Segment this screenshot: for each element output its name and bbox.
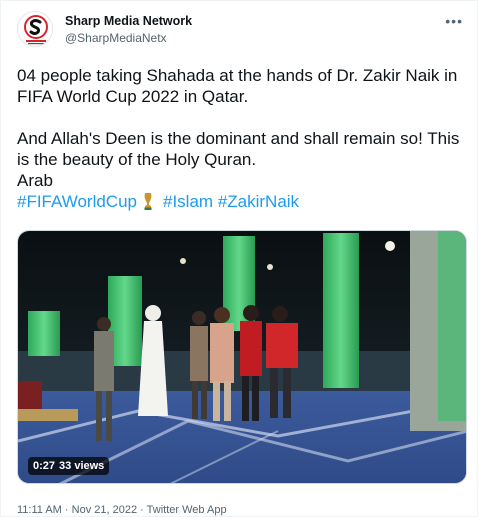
author-name[interactable]: Sharp Media Network xyxy=(65,14,192,29)
tweet-card: Sharp Media Network @SharpMediaNetx ••• … xyxy=(0,0,478,517)
sharp-media-logo xyxy=(24,15,48,45)
hashtag-link[interactable]: #FIFAWorldCup xyxy=(17,192,137,211)
tweet-line: 04 people taking Shahada at the hands of… xyxy=(17,66,458,106)
tweet-source[interactable]: Twitter Web App xyxy=(147,504,227,516)
more-icon[interactable]: ••• xyxy=(445,13,463,29)
video-stats: 0:27 33 views xyxy=(28,457,110,475)
tweet-meta: 11:11 AM · Nov 21, 2022 · Twitter Web Ap… xyxy=(17,503,227,517)
tweet-line: And Allah's Deen is the dominant and sha… xyxy=(17,129,460,169)
tweet-time[interactable]: 11:11 AM xyxy=(17,504,62,516)
trophy-icon xyxy=(144,193,152,210)
hashtag-row: #FIFAWorldCup #Islam #ZakirNaik xyxy=(17,191,469,212)
tweet-text: 04 people taking Shahada at the hands of… xyxy=(17,65,469,212)
meta-separator: · xyxy=(64,504,69,516)
author-block: Sharp Media Network @SharpMediaNetx xyxy=(65,14,192,46)
meta-separator: · xyxy=(140,504,144,516)
avatar[interactable] xyxy=(17,11,53,47)
tweet-date[interactable]: Nov 21, 2022 xyxy=(72,504,137,516)
video-duration: 0:27 xyxy=(33,460,56,472)
hashtag-link[interactable]: #Islam xyxy=(163,192,213,211)
tweet-line: Arab xyxy=(17,171,53,190)
view-count: 33 views xyxy=(59,460,105,472)
hashtag-link[interactable]: #ZakirNaik xyxy=(218,192,299,211)
author-handle[interactable]: @SharpMediaNetx xyxy=(65,30,192,46)
video-player[interactable]: 0:27 33 views xyxy=(17,230,467,484)
video-thumbnail xyxy=(18,231,466,483)
